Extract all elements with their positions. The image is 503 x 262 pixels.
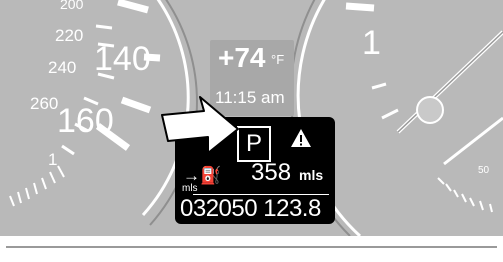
speedometer-fine-ticks [9,165,65,207]
range-unit: mls [299,167,324,183]
needle-hub [416,96,444,124]
instrument-cluster: 200 220 240 140 260 160 1 1 50 +74 °F 11… [0,0,503,262]
tach-label: 1 [362,24,381,62]
tick-major [117,0,149,14]
warning-triangle-icon [291,129,311,147]
tick-minor [95,24,113,30]
odometer-trip-readout: 032050 123.8 [180,195,321,222]
speed-label-240: 240 [48,58,77,77]
tick-minor [61,144,75,156]
tach-label-50: 50 [478,165,490,176]
bottom-strip [0,236,503,262]
speed-label-260: 260 [30,94,59,113]
gear-indicator: P [237,126,271,162]
outside-temperature: +74 [218,42,266,73]
range-value: 358 [251,159,292,186]
bottom-divider [6,246,497,248]
temperature-unit: °F [271,52,285,67]
secondary-needle [443,116,503,166]
speed-label-1: 1 [48,150,58,169]
speed-label-160: 160 [57,102,114,140]
distance-unit-label: mls [182,183,198,194]
tick-major [120,96,152,114]
speed-label-140: 140 [94,40,151,78]
tachometer-needles [396,30,503,166]
tachometer-fine-ticks [437,177,493,213]
speed-label-220: 220 [55,26,84,45]
speed-label-200: 200 [60,0,84,12]
callout-arrow-icon [161,96,239,154]
